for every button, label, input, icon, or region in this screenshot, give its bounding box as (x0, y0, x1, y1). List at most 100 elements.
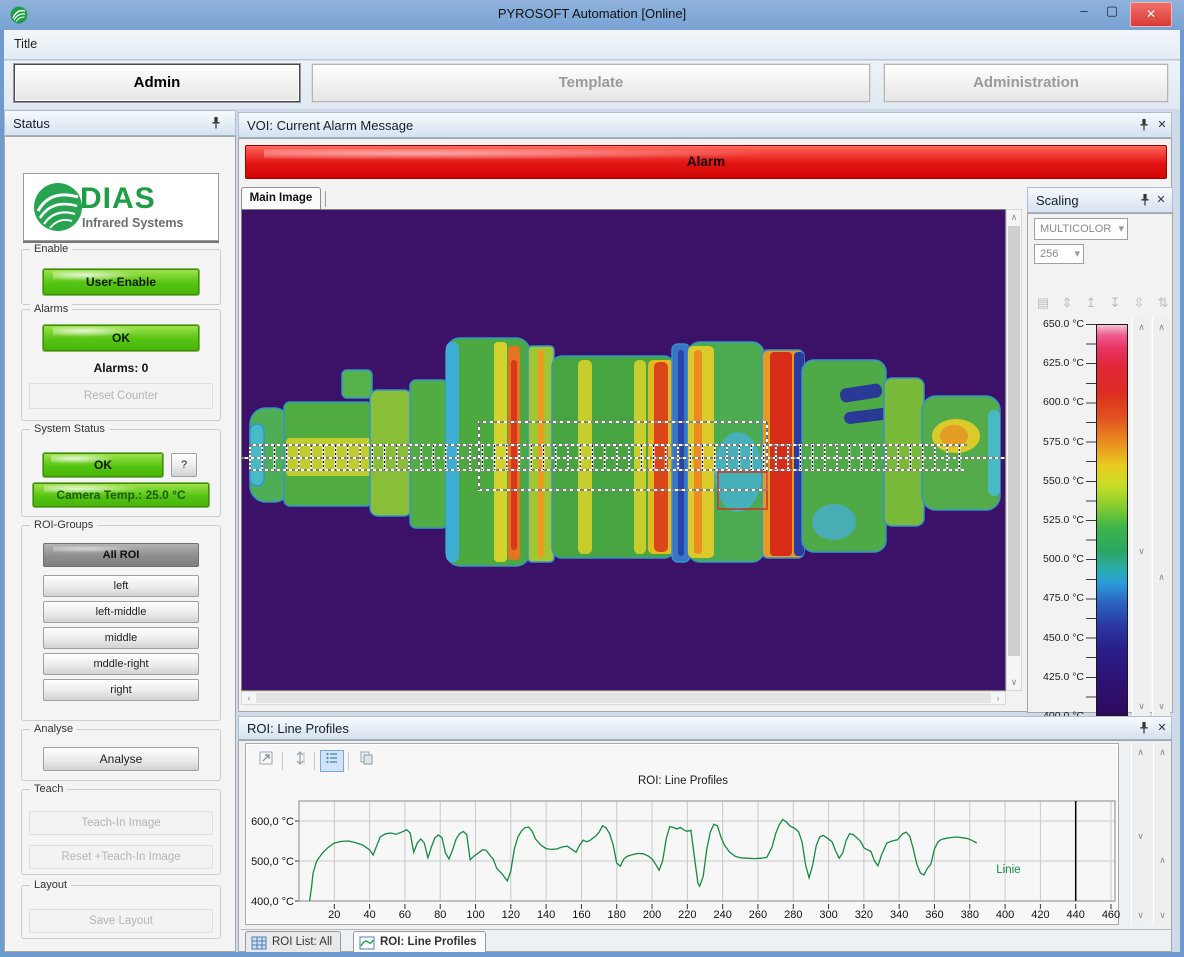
x-tick-label: 320 (855, 909, 873, 921)
status-panel: Status DIAS Infrared Systems Enable (4, 110, 236, 952)
levels-select[interactable]: 256▾ (1034, 244, 1084, 264)
system-status-group-label: System Status (30, 423, 109, 435)
x-tick-label: 120 (502, 909, 520, 921)
slider-up-icon[interactable]: ∧ (1133, 322, 1150, 333)
camera-temp-button[interactable]: Camera Temp.: 25.0 °C (33, 483, 209, 507)
x-tick-label: 40 (363, 909, 375, 921)
slider-up-icon[interactable]: ∧ (1132, 747, 1149, 758)
alarms-ok-button[interactable]: OK (43, 325, 199, 351)
x-tick-label: 160 (572, 909, 590, 921)
teach-in-image-button[interactable]: Teach-In Image (29, 811, 213, 835)
pin-icon[interactable] (1137, 118, 1151, 133)
reset-counter-button[interactable]: Reset Counter (29, 383, 213, 409)
pin-icon[interactable] (1137, 721, 1151, 736)
scale-properties-icon[interactable]: ▤ (1032, 292, 1054, 314)
scale-max-up-icon[interactable]: ↥ (1080, 292, 1102, 314)
slider-down-icon[interactable]: ∨ (1132, 831, 1149, 842)
scale-shrink-icon[interactable]: ⇅ (1152, 292, 1174, 314)
slider-down-icon[interactable]: ∨ (1132, 910, 1149, 921)
x-tick-label: 240 (713, 909, 731, 921)
close-icon[interactable]: ✕ (1154, 193, 1168, 208)
tab-admin[interactable]: Admin (14, 64, 300, 102)
scroll-thumb[interactable] (256, 693, 991, 703)
scroll-thumb[interactable] (1008, 226, 1020, 656)
scale-autorange-icon[interactable]: ⇕ (1056, 292, 1078, 314)
x-tick-label: 140 (537, 909, 555, 921)
window-title: PYROSOFT Automation [Online] (0, 6, 1184, 21)
x-tick-label: 460 (1102, 909, 1120, 921)
menu-title[interactable]: Title (14, 37, 37, 51)
x-tick-label: 380 (961, 909, 979, 921)
series-Linie (310, 819, 977, 901)
x-tick-label: 440 (1067, 909, 1085, 921)
chart-vertical-slider-1[interactable]: ∧ ∨ ∨ (1131, 743, 1149, 925)
image-horizontal-scrollbar[interactable]: ‹ › (241, 691, 1006, 705)
tab-separator (325, 191, 326, 207)
y-tick-label: 600,0 °C (251, 816, 294, 828)
image-vertical-scrollbar[interactable]: ∧ ∨ (1006, 209, 1022, 691)
alarm-count-text: Alarms: 0 (21, 361, 221, 375)
tab-administration[interactable]: Administration (884, 64, 1168, 102)
analyse-group-label: Analyse (30, 723, 77, 735)
slider-down-icon[interactable]: ∨ (1133, 546, 1150, 557)
roi-group-right-button[interactable]: right (43, 679, 199, 701)
close-icon[interactable]: ✕ (1155, 118, 1169, 133)
scale-min-down-icon[interactable]: ↧ (1104, 292, 1126, 314)
scroll-left-icon[interactable]: ‹ (244, 693, 254, 703)
roi-group-middle-right-button[interactable]: mddle-right (43, 653, 199, 675)
scale-expand-icon[interactable]: ⇳ (1128, 292, 1150, 314)
system-ok-button[interactable]: OK (43, 453, 163, 477)
tab-roi-line-profiles[interactable]: ROI: Line Profiles (353, 931, 486, 953)
system-help-button[interactable]: ? (171, 453, 197, 477)
maximize-button[interactable]: ▢ (1100, 3, 1124, 19)
line-profiles-panel: ROI: Line Profiles ✕ (238, 716, 1172, 952)
roi-group-all-button[interactable]: All ROI (43, 543, 199, 567)
dias-subtitle: Infrared Systems (82, 216, 183, 230)
layout-group-label: Layout (30, 879, 71, 891)
scroll-up-icon[interactable]: ∧ (1007, 212, 1021, 223)
y-tick-label: 400,0 °C (251, 896, 294, 908)
roi-group-middle-button[interactable]: middle (43, 627, 199, 649)
save-layout-button[interactable]: Save Layout (29, 909, 213, 933)
slider-up-icon[interactable]: ∧ (1153, 322, 1170, 333)
tab-roi-list[interactable]: ROI List: All (245, 931, 341, 953)
x-tick-label: 60 (399, 909, 411, 921)
status-panel-title: Status (13, 116, 50, 131)
thermal-image-canvas[interactable] (241, 209, 1006, 691)
scale-min-slider[interactable]: ∧ ∧ ∨ (1152, 318, 1170, 716)
user-enable-button[interactable]: User-Enable (43, 269, 199, 295)
palette-select[interactable]: MULTICOLOR▾ (1034, 218, 1128, 240)
x-tick-label: 220 (678, 909, 696, 921)
table-icon (251, 935, 267, 951)
x-tick-label: 360 (925, 909, 943, 921)
scale-label: 525.0 °C (1030, 514, 1084, 526)
minimize-button[interactable]: – (1072, 3, 1096, 18)
slider-down-icon[interactable]: ∨ (1133, 701, 1150, 712)
roi-group-left-middle-button[interactable]: left-middle (43, 601, 199, 623)
slider-down-icon[interactable]: ∨ (1154, 910, 1171, 921)
voi-panel-title: VOI: Current Alarm Message (247, 118, 413, 133)
roi-group-left-button[interactable]: left (43, 575, 199, 597)
scale-label: 600.0 °C (1030, 396, 1084, 408)
close-button[interactable]: ✕ (1130, 2, 1172, 27)
tab-main-image[interactable]: Main Image (241, 187, 321, 209)
tab-template[interactable]: Template (312, 64, 870, 102)
slider-down-icon[interactable]: ∨ (1153, 701, 1170, 712)
pin-icon[interactable] (209, 116, 223, 131)
roi-groups-label: ROI-Groups (30, 519, 97, 531)
chart-icon (359, 935, 375, 951)
scroll-down-icon[interactable]: ∨ (1007, 677, 1021, 688)
slider-up-icon[interactable]: ∧ (1153, 572, 1170, 583)
pin-icon[interactable] (1138, 193, 1152, 208)
analyse-button[interactable]: Analyse (43, 747, 199, 771)
close-icon[interactable]: ✕ (1155, 721, 1169, 736)
reset-teach-in-image-button[interactable]: Reset +Teach-In Image (29, 845, 213, 869)
titlebar: PYROSOFT Automation [Online] – ▢ ✕ (0, 0, 1184, 30)
thermal-image (242, 210, 1005, 690)
scale-label: 550.0 °C (1030, 475, 1084, 487)
scroll-right-icon[interactable]: › (993, 693, 1003, 703)
scale-max-slider[interactable]: ∧ ∨ ∨ (1132, 318, 1150, 716)
slider-up-icon[interactable]: ∧ (1154, 747, 1171, 758)
chart-vertical-slider-2[interactable]: ∧ ∧ ∨ (1153, 743, 1171, 925)
slider-up-icon[interactable]: ∧ (1154, 855, 1171, 866)
